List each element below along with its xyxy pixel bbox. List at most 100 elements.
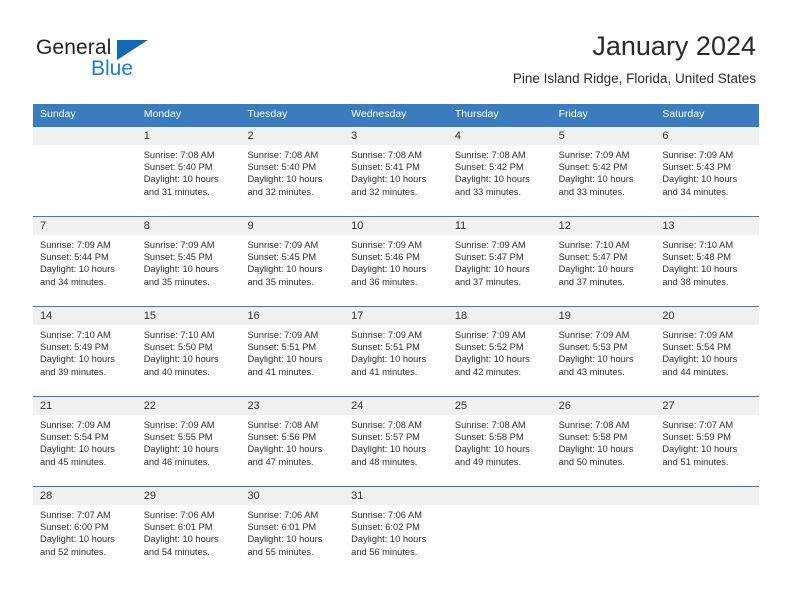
calendar-day-cell[interactable]: 11 Sunrise: 7:09 AM Sunset: 5:47 PM Dayligh… xyxy=(447,217,552,306)
daylight-text-line1: Daylight: 10 hours xyxy=(247,174,323,185)
calendar-day-cell[interactable]: 4 Sunrise: 7:08 AM Sunset: 5:42 PM Daylight… xyxy=(447,127,552,216)
sunrise-text: Sunrise: 7:09 AM xyxy=(351,330,422,340)
calendar-day-cell[interactable]: 7 Sunrise: 7:09 AM Sunset: 5:44 PM Daylight… xyxy=(33,217,137,306)
daylight-text-line1: Daylight: 10 hours xyxy=(351,174,427,185)
daylight-text-line1: Daylight: 10 hours xyxy=(558,264,634,275)
sunset-text: Sunset: 5:47 PM xyxy=(454,252,524,263)
calendar-day-cell[interactable]: 12 Sunrise: 7:10 AM Sunset: 5:47 PM Dayligh… xyxy=(551,217,656,306)
calendar-day-cell[interactable]: 17 Sunrise: 7:09 AM Sunset: 5:51 PM Dayligh… xyxy=(344,307,448,396)
daylight-text-line2: and 33 minutes. xyxy=(558,186,625,197)
calendar-day-cell[interactable]: 21 Sunrise: 7:09 AM Sunset: 5:54 PM Dayligh… xyxy=(33,397,137,486)
general-blue-logo[interactable]: General Blue xyxy=(36,36,176,82)
calendar-day-cell[interactable]: 28 Sunrise: 7:07 AM Sunset: 6:00 PM Dayligh… xyxy=(33,487,137,576)
day-number: 8 xyxy=(136,217,241,235)
calendar-day-cell[interactable]: 26 Sunrise: 7:08 AM Sunset: 5:58 PM Dayligh… xyxy=(551,397,656,486)
day-number: 16 xyxy=(240,307,345,325)
sunset-text: Sunset: 5:44 PM xyxy=(40,252,109,263)
calendar-day-cell[interactable]: 22 Sunrise: 7:09 AM Sunset: 5:55 PM Dayligh… xyxy=(136,397,241,486)
day-number: 14 xyxy=(33,307,137,325)
calendar-day-cell[interactable]: 15 Sunrise: 7:10 AM Sunset: 5:50 PM Dayligh… xyxy=(136,307,241,396)
calendar-day-cell[interactable]: 16 Sunrise: 7:09 AM Sunset: 5:51 PM Dayligh… xyxy=(240,307,345,396)
calendar-day-cell[interactable]: 13 Sunrise: 7:10 AM Sunset: 5:48 PM Dayligh… xyxy=(655,217,760,306)
day-details: Sunrise: 7:09 AM Sunset: 5:42 PM Daylight:… xyxy=(552,145,656,198)
daylight-text-line2: and 40 minutes. xyxy=(143,366,210,377)
day-number: 11 xyxy=(447,217,552,235)
daylight-text-line2: and 55 minutes. xyxy=(247,546,314,557)
calendar-week-row: 1 Sunrise: 7:08 AM Sunset: 5:40 PM Daylight… xyxy=(33,126,760,216)
calendar-day-cell[interactable]: 3 Sunrise: 7:08 AM Sunset: 5:41 PM Daylight… xyxy=(344,127,448,216)
calendar-day-cell[interactable]: 23 Sunrise: 7:08 AM Sunset: 5:56 PM Dayligh… xyxy=(240,397,345,486)
day-details: Sunrise: 7:09 AM Sunset: 5:46 PM Daylight:… xyxy=(344,235,448,288)
sunrise-text: Sunrise: 7:07 AM xyxy=(662,420,734,430)
sunrise-text: Sunrise: 7:09 AM xyxy=(143,240,215,250)
day-number: 7 xyxy=(33,217,137,235)
day-details: Sunrise: 7:06 AM Sunset: 6:01 PM Daylight:… xyxy=(240,505,344,558)
day-details: Sunrise: 7:09 AM Sunset: 5:45 PM Daylight:… xyxy=(240,235,344,288)
day-number xyxy=(33,127,137,145)
sunrise-text: Sunrise: 7:08 AM xyxy=(454,150,526,160)
calendar-day-cell[interactable]: 30 Sunrise: 7:06 AM Sunset: 6:01 PM Dayligh… xyxy=(240,487,345,576)
daylight-text-line1: Daylight: 10 hours xyxy=(247,534,323,545)
calendar-day-cell-empty xyxy=(551,487,656,576)
calendar-day-cell-empty xyxy=(447,487,552,576)
daylight-text-line1: Daylight: 10 hours xyxy=(143,264,219,275)
calendar-day-cell[interactable]: 29 Sunrise: 7:06 AM Sunset: 6:01 PM Dayligh… xyxy=(136,487,241,576)
daylight-text-line1: Daylight: 10 hours xyxy=(662,174,738,185)
day-details: Sunrise: 7:09 AM Sunset: 5:53 PM Daylight:… xyxy=(552,325,656,378)
daylight-text-line1: Daylight: 10 hours xyxy=(558,354,634,365)
sunset-text: Sunset: 5:51 PM xyxy=(247,342,317,353)
calendar-day-cell[interactable]: 1 Sunrise: 7:08 AM Sunset: 5:40 PM Daylight… xyxy=(136,127,241,216)
logo-text-blue: Blue xyxy=(91,57,134,80)
calendar-day-cell[interactable]: 31 Sunrise: 7:06 AM Sunset: 6:02 PM Dayligh… xyxy=(344,487,448,576)
day-details: Sunrise: 7:10 AM Sunset: 5:48 PM Daylight:… xyxy=(655,235,759,288)
calendar-day-cell[interactable]: 27 Sunrise: 7:07 AM Sunset: 5:59 PM Dayligh… xyxy=(655,397,760,486)
sunrise-text: Sunrise: 7:09 AM xyxy=(662,150,734,160)
day-number: 30 xyxy=(240,487,345,505)
calendar-day-cell[interactable]: 25 Sunrise: 7:08 AM Sunset: 5:58 PM Dayligh… xyxy=(447,397,552,486)
daylight-text-line1: Daylight: 10 hours xyxy=(247,444,323,455)
daylight-text-line2: and 34 minutes. xyxy=(662,186,729,197)
day-number: 5 xyxy=(551,127,656,145)
calendar-day-cell[interactable]: 19 Sunrise: 7:09 AM Sunset: 5:53 PM Dayligh… xyxy=(551,307,656,396)
daylight-text-line2: and 47 minutes. xyxy=(247,456,314,467)
sunrise-text: Sunrise: 7:09 AM xyxy=(143,420,215,430)
daylight-text-line2: and 49 minutes. xyxy=(454,456,522,467)
day-number xyxy=(447,487,552,505)
calendar-day-cell[interactable]: 10 Sunrise: 7:09 AM Sunset: 5:46 PM Dayligh… xyxy=(344,217,448,306)
sunset-text: Sunset: 5:52 PM xyxy=(454,342,524,353)
daylight-text-line1: Daylight: 10 hours xyxy=(247,354,323,365)
sunrise-text: Sunrise: 7:06 AM xyxy=(351,510,422,520)
day-details: Sunrise: 7:10 AM Sunset: 5:49 PM Daylight:… xyxy=(33,325,137,378)
day-number: 12 xyxy=(551,217,656,235)
calendar-day-cell[interactable]: 6 Sunrise: 7:09 AM Sunset: 5:43 PM Daylight… xyxy=(655,127,760,216)
day-details: Sunrise: 7:09 AM Sunset: 5:47 PM Daylight:… xyxy=(448,235,552,288)
day-number: 10 xyxy=(344,217,448,235)
day-details: Sunrise: 7:08 AM Sunset: 5:58 PM Daylight:… xyxy=(552,415,656,468)
calendar-day-cell[interactable]: 8 Sunrise: 7:09 AM Sunset: 5:45 PM Daylight… xyxy=(136,217,241,306)
calendar-day-cell[interactable]: 9 Sunrise: 7:09 AM Sunset: 5:45 PM Daylight… xyxy=(240,217,345,306)
calendar-day-cell[interactable]: 2 Sunrise: 7:08 AM Sunset: 5:40 PM Daylight… xyxy=(240,127,345,216)
calendar-day-cell[interactable]: 24 Sunrise: 7:08 AM Sunset: 5:57 PM Dayligh… xyxy=(344,397,448,486)
day-details: Sunrise: 7:09 AM Sunset: 5:45 PM Daylight:… xyxy=(137,235,241,288)
day-number: 17 xyxy=(344,307,448,325)
calendar-day-cell[interactable]: 20 Sunrise: 7:09 AM Sunset: 5:54 PM Dayligh… xyxy=(655,307,760,396)
day-number: 21 xyxy=(33,397,137,415)
sunset-text: Sunset: 5:45 PM xyxy=(143,252,213,263)
daylight-text-line1: Daylight: 10 hours xyxy=(454,264,530,275)
daylight-text-line2: and 48 minutes. xyxy=(351,456,418,467)
day-details: Sunrise: 7:08 AM Sunset: 5:42 PM Daylight:… xyxy=(448,145,552,198)
daylight-text-line1: Daylight: 10 hours xyxy=(351,354,427,365)
weekday-header-sunday: Sunday xyxy=(40,108,76,120)
daylight-text-line2: and 45 minutes. xyxy=(40,456,107,467)
sunset-text: Sunset: 5:53 PM xyxy=(558,342,628,353)
day-details: Sunrise: 7:09 AM Sunset: 5:54 PM Daylight:… xyxy=(33,415,137,468)
sunset-text: Sunset: 5:41 PM xyxy=(351,162,420,173)
day-number: 15 xyxy=(136,307,241,325)
daylight-text-line1: Daylight: 10 hours xyxy=(40,354,115,365)
calendar-day-cell[interactable]: 14 Sunrise: 7:10 AM Sunset: 5:49 PM Dayligh… xyxy=(33,307,137,396)
calendar-day-cell[interactable]: 18 Sunrise: 7:09 AM Sunset: 5:52 PM Dayligh… xyxy=(447,307,552,396)
sunset-text: Sunset: 5:56 PM xyxy=(247,432,317,443)
daylight-text-line2: and 51 minutes. xyxy=(662,456,729,467)
calendar-day-cell[interactable]: 5 Sunrise: 7:09 AM Sunset: 5:42 PM Daylight… xyxy=(551,127,656,216)
daylight-text-line2: and 41 minutes. xyxy=(351,366,418,377)
